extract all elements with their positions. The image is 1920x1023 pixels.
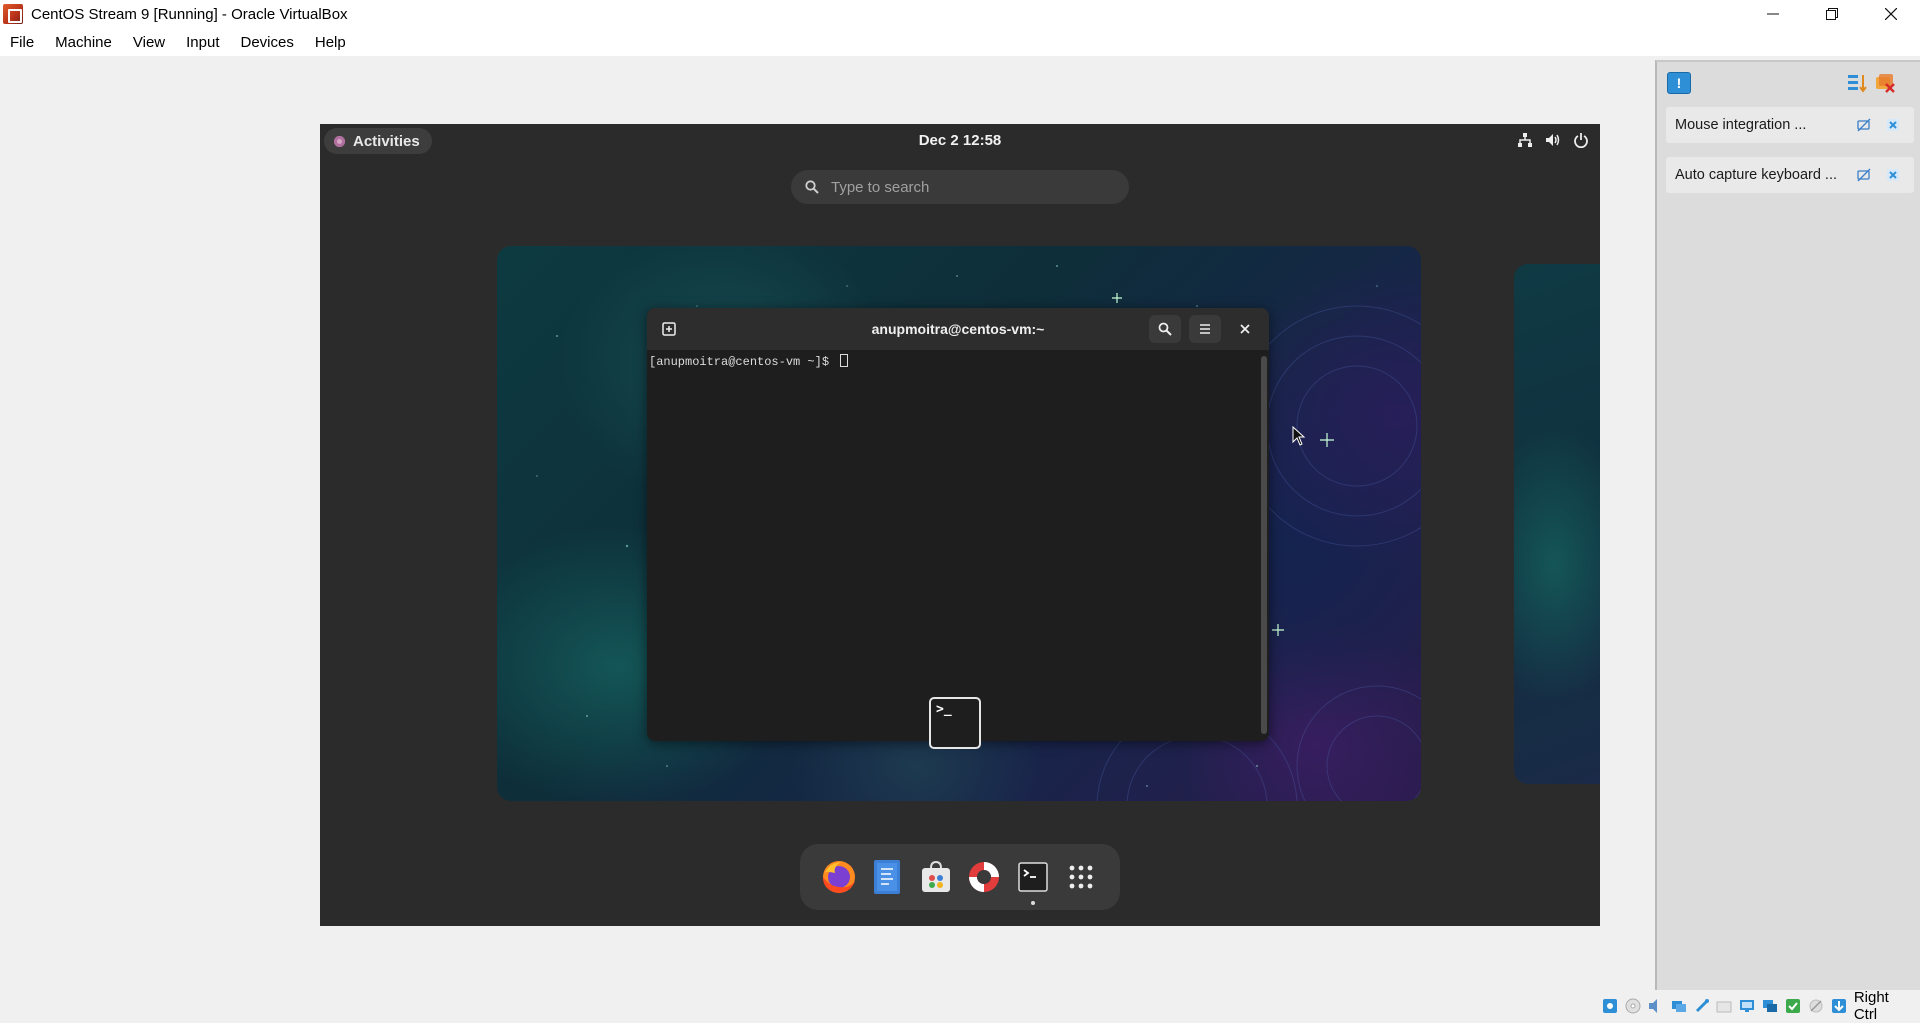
host-key-label: Right Ctrl [1854,989,1916,1023]
power-icon[interactable] [1572,131,1590,149]
dock-text-editor[interactable] [867,857,907,897]
menubar: File Machine View Input Devices Help [0,28,1920,56]
activities-icon [334,136,345,147]
do-not-show-again-icon[interactable] [1856,167,1872,183]
restore-icon [1826,8,1838,20]
text-editor-icon [872,859,902,895]
do-not-show-again-icon[interactable] [1856,117,1872,133]
sort-notifications-button[interactable] [1846,72,1868,94]
terminal-headerbar: anupmoitra@centos-vm:~ [647,308,1269,350]
terminal-prompt: [anupmoitra@centos-vm ~]$ [649,355,836,369]
gnome-top-bar: Activities Dec 2 12:58 [320,124,1600,156]
clear-notifications-button[interactable] [1874,72,1896,94]
menu-help[interactable]: Help [315,34,346,51]
clear-all-icon [1874,72,1896,94]
notification-auto-capture-keyboard[interactable]: Auto capture keyboard ... [1666,157,1914,193]
window-titlebar: CentOS Stream 9 [Running] - Oracle Virtu… [0,0,1920,28]
video-capture-icon[interactable] [1760,996,1780,1016]
sort-icon [1846,72,1868,94]
menu-machine[interactable]: Machine [55,34,112,51]
dock-terminal[interactable] [1013,857,1053,897]
clock[interactable]: Dec 2 12:58 [919,132,1002,149]
usb-icon[interactable] [1692,996,1712,1016]
activities-button[interactable]: Activities [324,128,432,154]
notification-toolbar: ! [1657,62,1920,104]
dock-help[interactable] [964,857,1004,897]
terminal-menu-button[interactable] [1189,315,1221,343]
running-indicator [1031,901,1035,905]
software-store-icon [919,860,953,894]
vm-display[interactable]: Activities Dec 2 12:58 Type to search [320,124,1600,926]
notification-center-toggle[interactable]: ! [1667,72,1691,94]
terminal-window-app-icon: >_ [929,697,981,749]
help-lifebuoy-icon [967,860,1001,894]
notification-label: Mouse integration ... [1675,117,1856,133]
shared-folders-icon[interactable] [1714,996,1734,1016]
terminal-scrollbar[interactable] [1261,356,1267,734]
mouse-pointer-icon [1292,426,1306,446]
system-tray[interactable] [1516,131,1590,149]
app-grid-icon [1069,865,1093,889]
search-icon [1158,322,1172,336]
vm-statusbar: Right Ctrl [1600,992,1920,1020]
window-title: CentOS Stream 9 [Running] - Oracle Virtu… [31,6,348,23]
display-icon[interactable] [1737,996,1757,1016]
hamburger-menu-icon [1199,323,1211,335]
workspace-thumbnail[interactable]: anupmoitra@centos-vm:~ [anupmoitra@cento… [497,246,1421,801]
overview-search-input[interactable]: Type to search [791,170,1129,204]
dock-software[interactable] [916,857,956,897]
optical-drive-icon[interactable] [1623,996,1643,1016]
terminal-cursor [840,354,848,367]
menu-devices[interactable]: Devices [241,34,294,51]
next-workspace-thumbnail[interactable] [1514,264,1600,784]
dismiss-icon[interactable] [1885,167,1901,183]
close-icon [1240,324,1250,334]
menu-input[interactable]: Input [186,34,219,51]
dismiss-icon[interactable] [1885,117,1901,133]
notification-center: ! Mouse integration ... Auto capture key… [1655,60,1920,990]
minimize-button[interactable] [1743,0,1802,28]
notification-label: Auto capture keyboard ... [1675,167,1856,183]
menu-file[interactable]: File [10,34,34,51]
terminal-glyph-icon: >_ [936,702,952,717]
network-icon[interactable] [1516,131,1534,149]
terminal-header-buttons [1149,315,1261,343]
volume-icon[interactable] [1544,131,1562,149]
host-key-icon[interactable] [1829,996,1849,1016]
close-icon [1885,8,1897,20]
network-adapter-icon[interactable] [1669,996,1689,1016]
dock-show-apps[interactable] [1061,857,1101,897]
close-button[interactable] [1861,0,1920,28]
guest-additions-icon[interactable] [1783,996,1803,1016]
new-tab-icon [662,322,676,336]
search-placeholder: Type to search [831,179,929,196]
new-tab-button[interactable] [657,317,681,341]
audio-icon[interactable] [1646,996,1666,1016]
terminal-icon [1018,862,1048,892]
activities-label: Activities [353,133,420,150]
terminal-close-button[interactable] [1229,315,1261,343]
terminal-content[interactable]: [anupmoitra@centos-vm ~]$ [647,350,1259,741]
dock-firefox[interactable] [819,857,859,897]
minimize-icon [1767,8,1779,20]
terminal-window[interactable]: anupmoitra@centos-vm:~ [anupmoitra@cento… [647,308,1269,741]
firefox-icon [821,859,857,895]
window-controls [1743,0,1920,28]
restore-button[interactable] [1802,0,1861,28]
virtualbox-app-icon [3,4,23,24]
notification-mouse-integration[interactable]: Mouse integration ... [1666,107,1914,143]
terminal-search-button[interactable] [1149,315,1181,343]
menu-view[interactable]: View [133,34,165,51]
hard-disk-icon[interactable] [1600,996,1620,1016]
terminal-title: anupmoitra@centos-vm:~ [872,321,1045,337]
mouse-integration-icon[interactable] [1806,996,1826,1016]
dash-dock [800,844,1120,910]
search-icon [805,180,819,194]
